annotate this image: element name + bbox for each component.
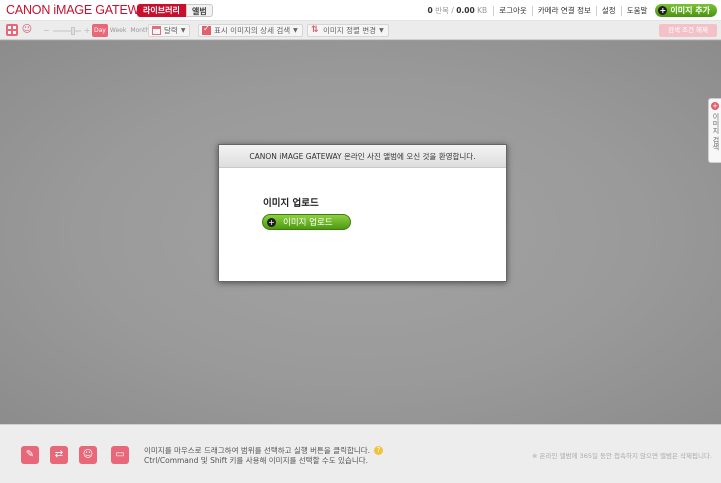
calendar-icon: [152, 26, 161, 35]
instruction-line-2: Ctrl/Command 및 Shift 키를 사용해 이미지를 선택할 수도 …: [144, 456, 369, 465]
period-selector: Day Week Month: [92, 24, 151, 37]
grid-view-icon[interactable]: [6, 24, 18, 36]
upload-title: 이미지 업로드: [263, 198, 319, 209]
help-link[interactable]: 도움말: [620, 5, 653, 16]
storage-used-unit: 반복 /: [435, 6, 454, 15]
footer-bar: ✎ ⇄ ☺ ▭ 이미지를 마우스로 드래그하여 범위를 선택하고 실행 버튼을 …: [0, 424, 721, 483]
image-area[interactable]: + 이미지 검색 CANON iMAGE GATEWAY 온라인 사진 앨범에 …: [0, 41, 721, 424]
header-bar: CANON iMAGE GATEWAY 라이브러리 앨범 0 반복 / 0.00…: [0, 0, 721, 21]
tab-library[interactable]: 라이브러리: [137, 4, 186, 17]
footer-instructions: 이미지를 마우스로 드래그하여 범위를 선택하고 실행 버튼을 클릭합니다.? …: [144, 446, 384, 466]
plus-icon: +: [711, 102, 719, 110]
storage-total-unit: KB: [477, 6, 488, 15]
instruction-line-1: 이미지를 마우스로 드래그하여 범위를 선택하고 실행 버튼을 클릭합니다.: [144, 446, 371, 455]
welcome-message: CANON iMAGE GATEWAY 온라인 사진 앨범에 오신 것을 환영합…: [219, 145, 506, 168]
clear-search-condition-button[interactable]: 검색 조건 해제: [659, 24, 717, 37]
add-image-label: 이미지 추가: [670, 6, 710, 15]
share-icon[interactable]: ☺: [79, 446, 97, 464]
transfer-icon[interactable]: ⇄: [50, 446, 68, 464]
slideshow-icon[interactable]: ▭: [111, 446, 129, 464]
image-search-tab[interactable]: + 이미지 검색: [708, 98, 721, 163]
sort-dropdown[interactable]: ⇅ 이미지 정렬 변경 ▼: [307, 24, 389, 37]
storage-used: 0: [427, 6, 433, 15]
plus-icon: +: [658, 6, 668, 15]
checkbox-icon: [202, 24, 211, 35]
logout-link[interactable]: 로그아웃: [493, 5, 532, 16]
calendar-dropdown[interactable]: 달력 ▼: [148, 24, 191, 37]
period-week[interactable]: Week: [108, 24, 128, 37]
upload-image-button[interactable]: + 이미지 업로드: [262, 214, 351, 230]
period-day[interactable]: Day: [92, 24, 108, 37]
sort-label: 이미지 정렬 변경: [323, 26, 377, 35]
toolbar: ☺ − + Day Week Month 달력 ▼ 표시 이미지의 상세 검색 …: [0, 21, 721, 40]
upload-image-label: 이미지 업로드: [283, 218, 333, 228]
tab-album[interactable]: 앨범: [186, 4, 213, 17]
calendar-label: 달력: [164, 26, 178, 35]
zoom-minus[interactable]: −: [43, 26, 50, 35]
camera-connection-link[interactable]: 카메라 연결 정보: [531, 5, 596, 16]
canon-logo[interactable]: CANON iMAGE GATEWAY: [6, 3, 154, 17]
zoom-plus[interactable]: +: [84, 26, 91, 35]
welcome-dialog: CANON iMAGE GATEWAY 온라인 사진 앨범에 오신 것을 환영합…: [218, 144, 507, 282]
detail-search-label: 표시 이미지의 상세 검색: [214, 26, 291, 35]
face-view-icon[interactable]: ☺: [21, 24, 33, 36]
album-retention-note: ※ 온라인 앨범에 365일 동안 접속하지 않으면 앨범은 삭제됩니다.: [532, 452, 712, 460]
chevron-down-icon: ▼: [293, 27, 298, 34]
chevron-down-icon: ▼: [379, 27, 384, 34]
zoom-knob[interactable]: [70, 26, 75, 35]
chevron-down-icon: ▼: [180, 27, 186, 34]
zoom-track[interactable]: [52, 26, 81, 35]
plus-icon: +: [267, 217, 276, 227]
detail-search-dropdown[interactable]: 표시 이미지의 상세 검색 ▼: [198, 24, 303, 37]
storage-total: 0.00: [456, 6, 475, 15]
zoom-slider[interactable]: − +: [43, 26, 90, 35]
help-icon[interactable]: ?: [374, 446, 384, 455]
add-image-button[interactable]: + 이미지 추가: [655, 4, 717, 17]
settings-link[interactable]: 설정: [595, 5, 621, 16]
edit-icon[interactable]: ✎: [21, 446, 39, 464]
image-search-label: 이미지 검색: [712, 113, 720, 151]
storage-usage: 0 반복 / 0.00 KB: [428, 5, 488, 16]
header-right: 0 반복 / 0.00 KB 로그아웃 카메라 연결 정보 설정 도움말 + 이…: [428, 3, 717, 18]
sort-icon: ⇅: [311, 25, 319, 35]
